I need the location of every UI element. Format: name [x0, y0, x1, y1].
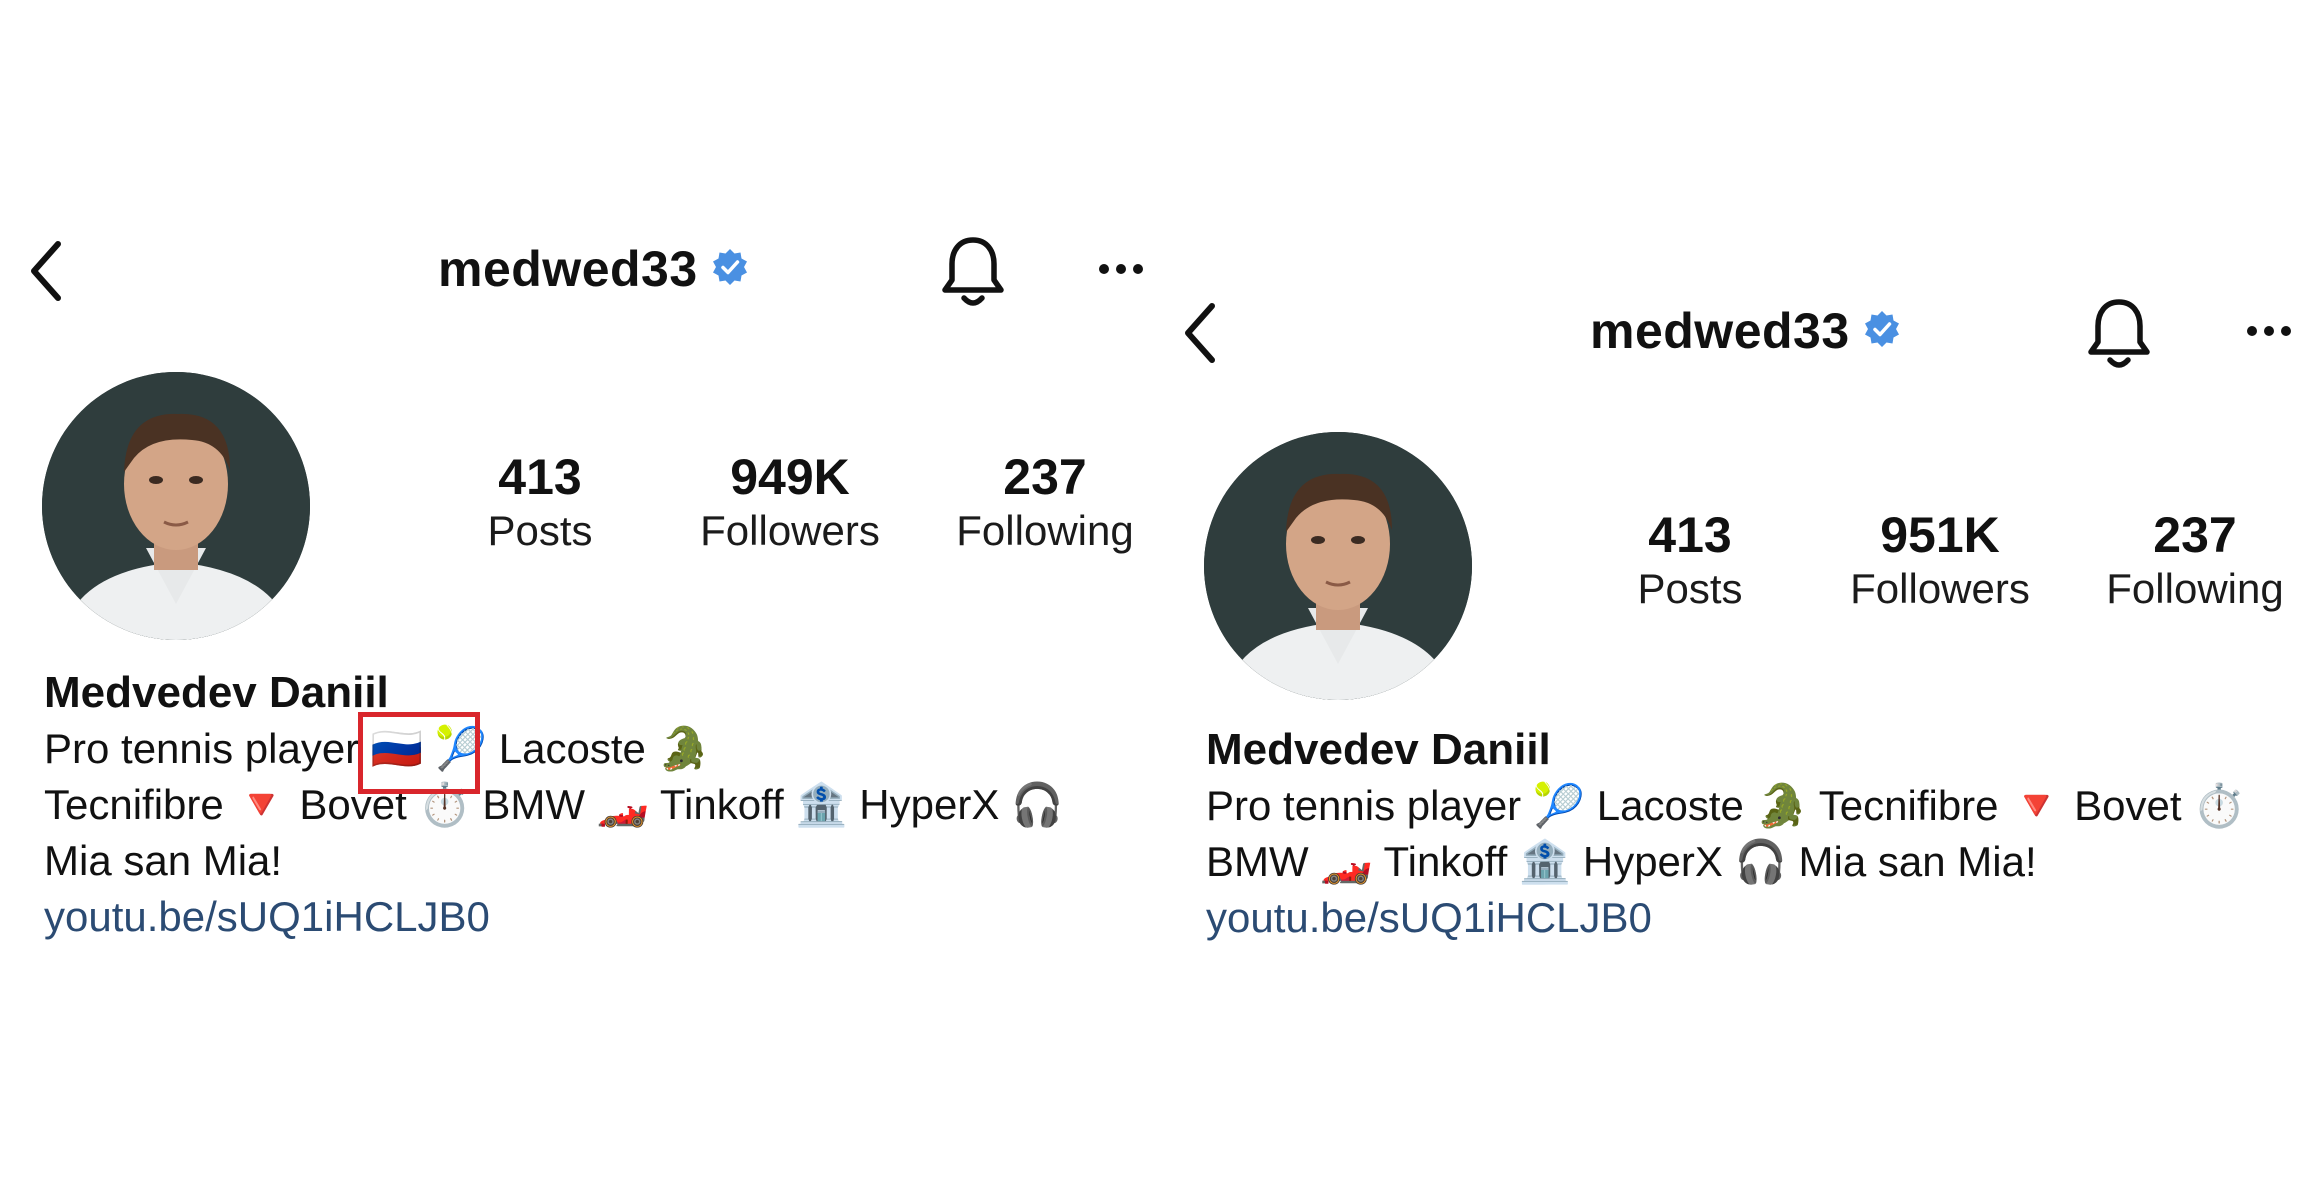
- stat-followers[interactable]: 949K Followers: [660, 448, 920, 556]
- bio-line: Tecnifibre 🔻 Bovet ⏱️ BMW 🏎️ Tinkoff 🏦 H…: [44, 781, 1064, 828]
- stat-following-label: Following: [2106, 565, 2284, 612]
- profile-stats: 413 Posts 951K Followers 237 Following: [1600, 506, 2309, 614]
- flag-highlight-box: [358, 712, 480, 794]
- stat-posts[interactable]: 413 Posts: [450, 448, 630, 556]
- avatar[interactable]: [42, 372, 310, 640]
- profile-panel-after: medwed33 413 Posts 951K Followers 237 Fo…: [1154, 0, 2308, 1200]
- stat-followers[interactable]: 951K Followers: [1810, 506, 2070, 614]
- bio-line: Pro tennis player 🎾 Lacoste 🐊 Tecnifibre…: [1206, 782, 2246, 829]
- stat-followers-value: 951K: [1880, 507, 2000, 563]
- stat-posts-value: 413: [498, 449, 582, 505]
- stat-following-value: 237: [2153, 507, 2237, 563]
- avatar[interactable]: [1204, 432, 1472, 700]
- bio-name: Medvedev Daniil: [44, 668, 389, 717]
- stat-following-label: Following: [956, 507, 1134, 554]
- bio-line: Mia san Mia!: [44, 837, 283, 884]
- more-dots-icon[interactable]: [2246, 324, 2292, 343]
- username: medwed33: [438, 241, 698, 297]
- profile-stats: 413 Posts 949K Followers 237 Following: [450, 448, 1160, 556]
- bio-name: Medvedev Daniil: [1206, 725, 1551, 774]
- back-arrow-icon[interactable]: [1182, 302, 1218, 364]
- stat-followers-value: 949K: [730, 449, 850, 505]
- stat-posts[interactable]: 413 Posts: [1600, 506, 1780, 614]
- verified-badge-icon: [1862, 309, 1902, 354]
- stat-posts-value: 413: [1648, 507, 1732, 563]
- bio: Medvedev Daniil Pro tennis player 🎾 Laco…: [1206, 722, 2246, 946]
- bio: Medvedev Daniil Pro tennis player 🇷🇺 🎾 L…: [44, 665, 1063, 945]
- stat-following[interactable]: 237 Following: [2080, 506, 2309, 614]
- stat-followers-label: Followers: [700, 507, 880, 554]
- bio-link[interactable]: youtu.be/sUQ1iHCLJB0: [1206, 890, 2246, 946]
- bio-line: BMW 🏎️ Tinkoff 🏦 HyperX 🎧 Mia san Mia!: [1206, 838, 2037, 885]
- more-dots-icon[interactable]: [1098, 262, 1144, 281]
- profile-header: medwed33: [1590, 302, 1902, 360]
- bio-link[interactable]: youtu.be/sUQ1iHCLJB0: [44, 889, 1063, 945]
- profile-header: medwed33: [438, 240, 750, 298]
- bell-icon[interactable]: [2086, 296, 2152, 377]
- bell-icon[interactable]: [940, 234, 1006, 315]
- stat-posts-label: Posts: [1637, 565, 1743, 612]
- verified-badge-icon: [710, 247, 750, 292]
- stat-following-value: 237: [1003, 449, 1087, 505]
- username: medwed33: [1590, 303, 1850, 359]
- stat-following[interactable]: 237 Following: [930, 448, 1160, 556]
- stat-posts-label: Posts: [487, 507, 593, 554]
- back-arrow-icon[interactable]: [28, 240, 64, 302]
- stat-followers-label: Followers: [1850, 565, 2030, 612]
- profile-panel-before: medwed33 413 Posts 949K Followers 237 Fo…: [0, 0, 1154, 1200]
- bio-line: Pro tennis player 🇷🇺 🎾 Lacoste 🐊: [44, 725, 710, 772]
